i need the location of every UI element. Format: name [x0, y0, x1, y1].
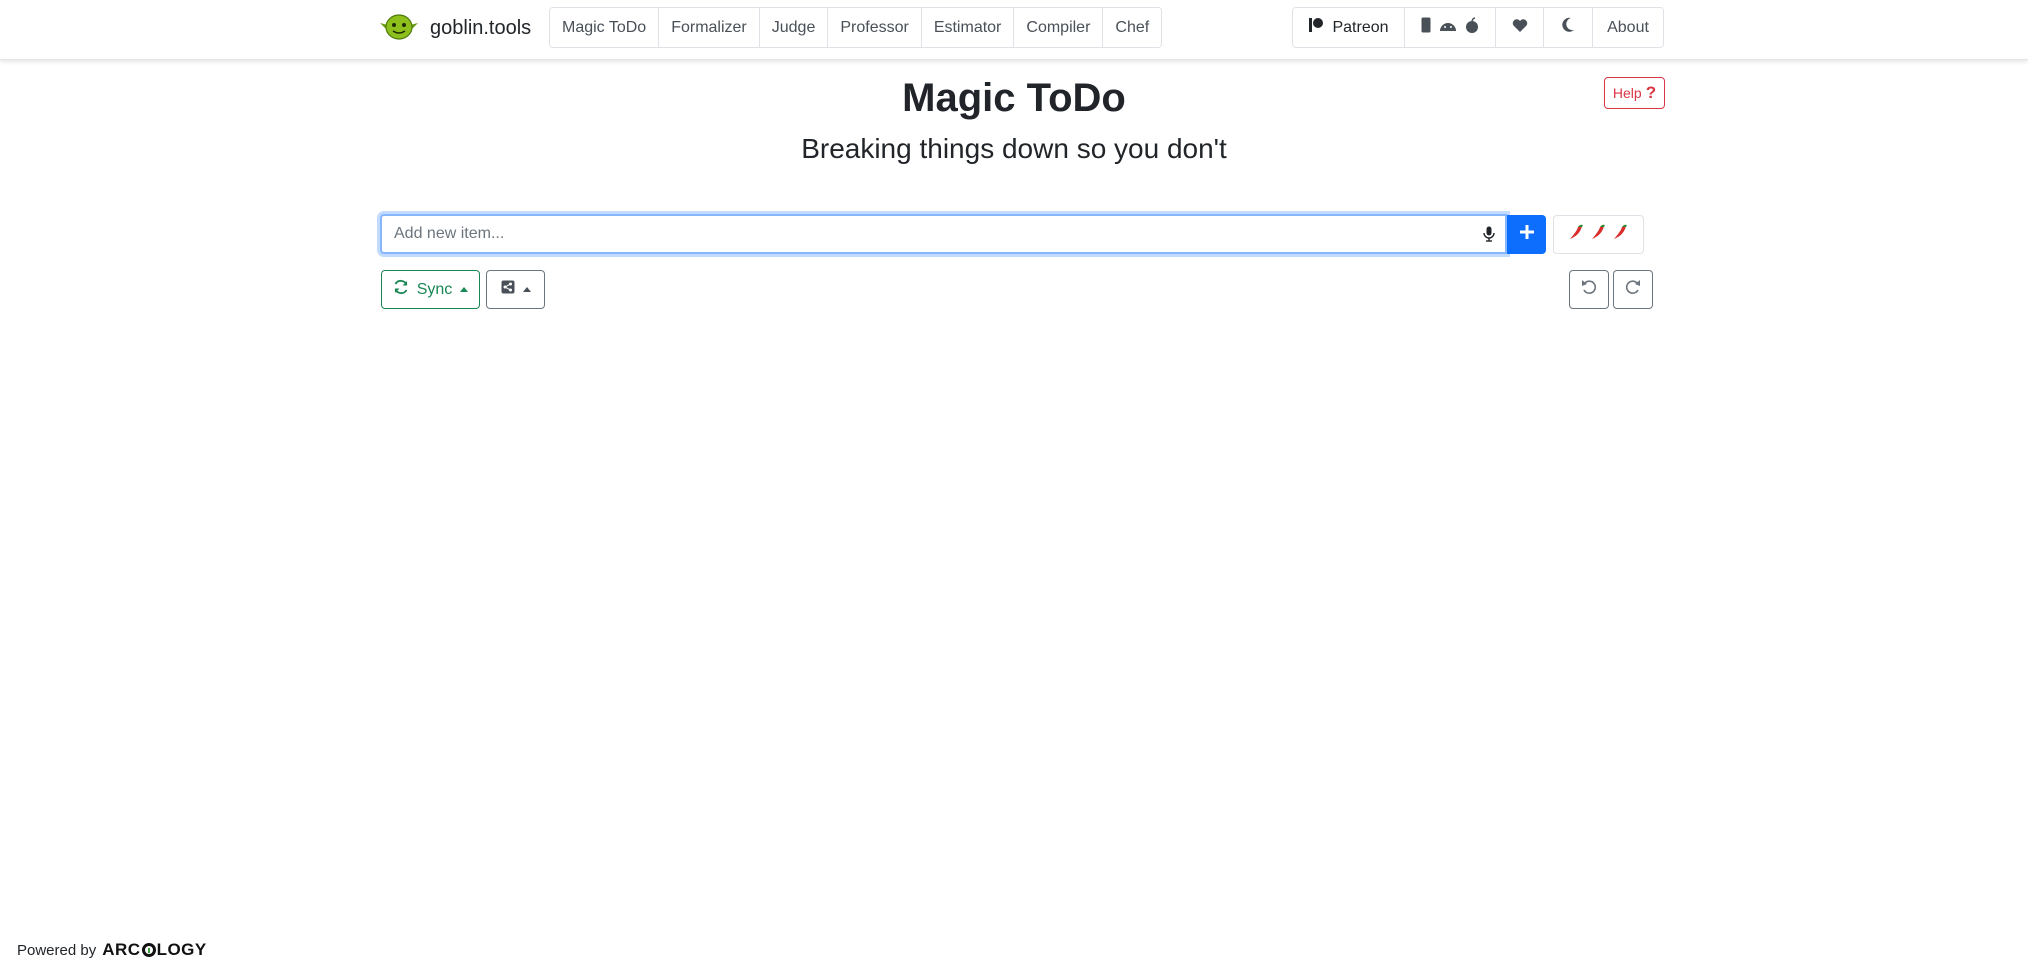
patreon-icon: [1308, 17, 1324, 38]
spiciness-level-button[interactable]: [1553, 215, 1644, 254]
brand-link[interactable]: goblin.tools: [378, 13, 531, 43]
patreon-label: Patreon: [1332, 18, 1389, 36]
patreon-button[interactable]: Patreon: [1293, 8, 1405, 47]
utility-nav: Patreon About: [1292, 7, 1664, 48]
caret-up-icon: [460, 287, 469, 292]
share-dropdown-button[interactable]: [486, 270, 545, 309]
redo-button[interactable]: [1613, 270, 1653, 309]
redo-icon: [1625, 279, 1641, 300]
chili-pepper-icon: [1589, 223, 1609, 246]
footer: Powered by ARC LOGY: [17, 940, 207, 960]
tools-nav: Magic ToDo Formalizer Judge Professor Es…: [549, 7, 1163, 48]
dark-mode-toggle[interactable]: [1544, 8, 1593, 47]
page-subtitle: Breaking things down so you don't: [801, 133, 1227, 164]
nav-estimator[interactable]: Estimator: [921, 8, 1015, 47]
nav-chef[interactable]: Chef: [1103, 8, 1162, 47]
sync-dropdown-button[interactable]: Sync: [381, 270, 480, 309]
arcology-logo-prefix: ARC: [102, 940, 141, 959]
apple-icon: [1465, 17, 1479, 38]
new-item-input[interactable]: [382, 216, 1473, 252]
nav-judge[interactable]: Judge: [759, 8, 829, 47]
android-icon: [1439, 19, 1457, 37]
chili-pepper-icon: [1567, 223, 1587, 246]
nav-about[interactable]: About: [1593, 8, 1663, 47]
top-navbar: goblin.tools Magic ToDo Formalizer Judge…: [0, 0, 2028, 60]
arcology-o-icon: [141, 943, 156, 957]
plus-icon: [1519, 225, 1534, 244]
mobile-phone-icon: [1421, 17, 1431, 38]
moon-icon: [1561, 17, 1575, 38]
nav-professor[interactable]: Professor: [828, 8, 922, 47]
undo-icon: [1581, 279, 1597, 300]
sync-icon: [393, 279, 409, 300]
add-item-button[interactable]: [1507, 215, 1546, 254]
donate-heart-button[interactable]: [1496, 8, 1544, 47]
new-item-input-group: [380, 214, 1507, 254]
nav-magic-todo[interactable]: Magic ToDo: [550, 8, 660, 47]
goblin-face-icon: [378, 12, 420, 45]
arcology-logo-suffix: LOGY: [156, 940, 207, 959]
share-icon: [501, 280, 515, 299]
microphone-icon[interactable]: [1473, 216, 1505, 252]
help-label: Help: [1612, 85, 1642, 101]
undo-button[interactable]: [1569, 270, 1609, 309]
nav-compiler[interactable]: Compiler: [1014, 8, 1104, 47]
brand-name: goblin.tools: [430, 16, 532, 39]
heart-icon: [1512, 18, 1528, 38]
powered-by-text: Powered by: [17, 941, 97, 959]
caret-up-icon: [522, 287, 531, 292]
arcology-logo[interactable]: ARC LOGY: [102, 940, 207, 960]
question-mark-icon: ?: [1645, 83, 1657, 102]
help-button[interactable]: Help ?: [1604, 77, 1665, 109]
mobile-apps-button[interactable]: [1405, 8, 1496, 47]
sync-label: Sync: [416, 280, 453, 298]
nav-formalizer[interactable]: Formalizer: [659, 8, 760, 47]
chili-pepper-icon: [1611, 223, 1631, 246]
page-title: Magic ToDo: [902, 76, 1126, 120]
